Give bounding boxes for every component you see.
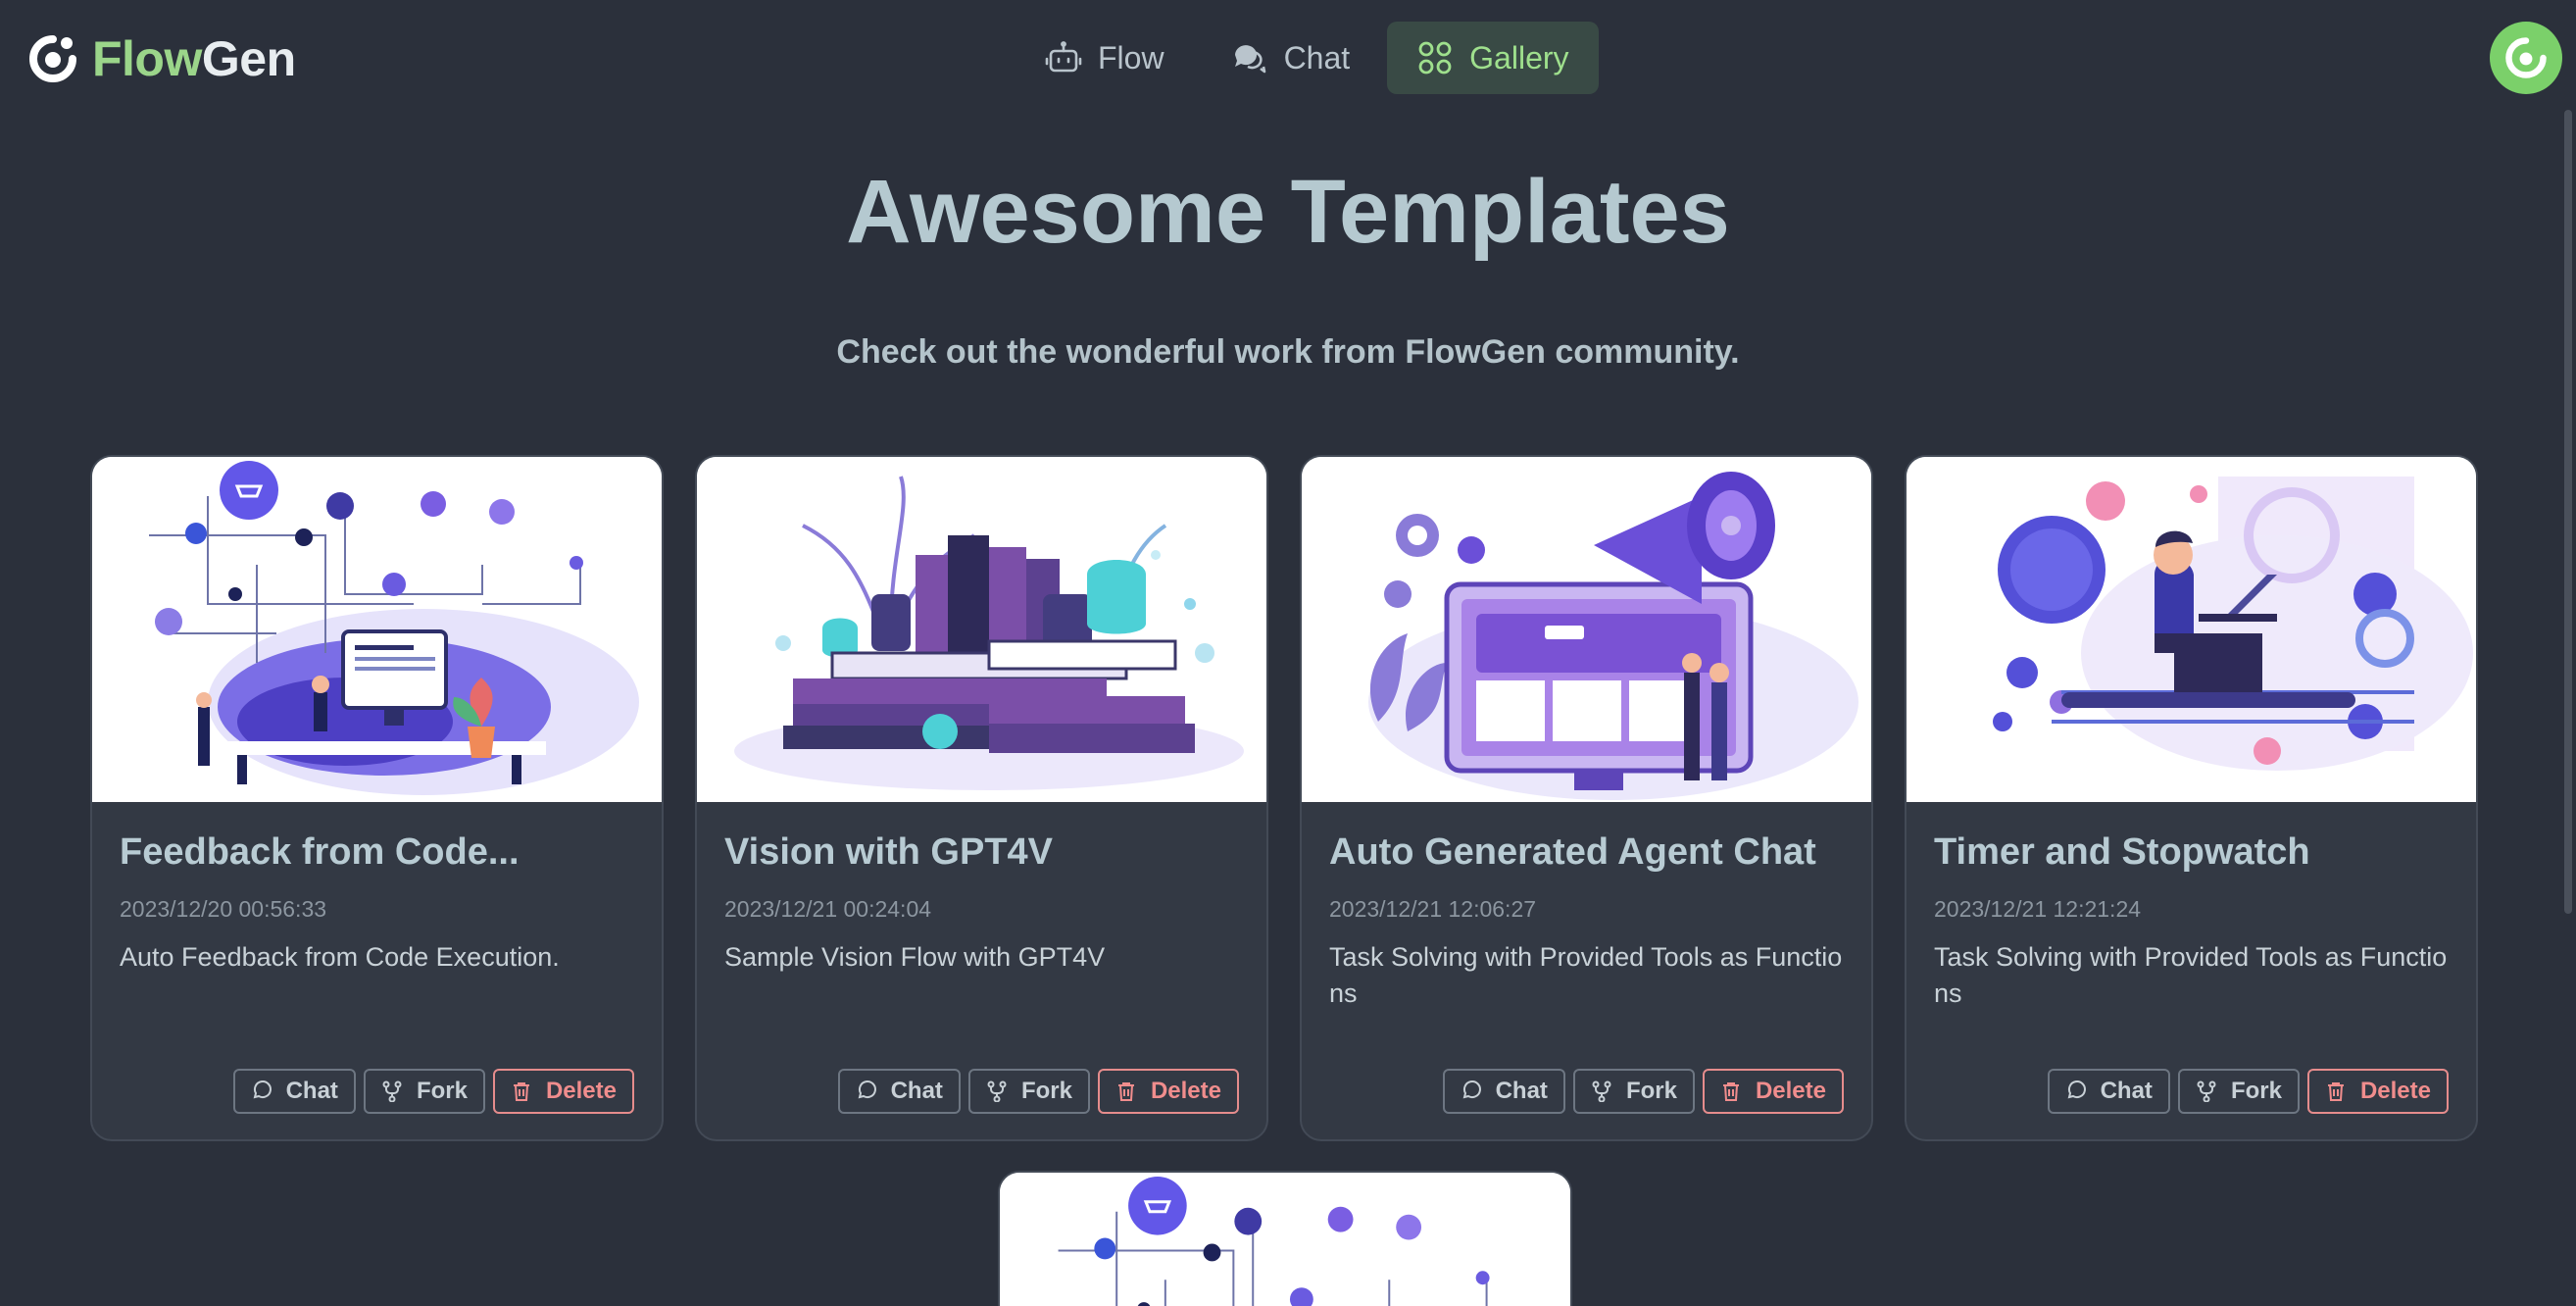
tab-flow-label: Flow (1098, 39, 1164, 75)
chat-button[interactable]: Chat (1442, 1069, 1565, 1114)
template-card-partial[interactable] (998, 1171, 1572, 1306)
delete-button-label: Delete (2359, 1078, 2431, 1104)
template-card[interactable]: Auto Generated Agent Chat 2023/12/21 12:… (1300, 455, 1873, 1141)
fork-icon (382, 1080, 402, 1102)
template-date: 2023/12/21 12:06:27 (1329, 896, 1537, 922)
template-card[interactable]: Feedback from Code... 2023/12/20 00:56:3… (90, 455, 664, 1141)
template-date: 2023/12/21 00:24:04 (724, 896, 932, 922)
chat-button-label: Chat (285, 1078, 338, 1104)
chat-button-label: Chat (1495, 1078, 1548, 1104)
fork-button-label: Fork (2230, 1078, 2282, 1104)
fork-button[interactable]: Fork (363, 1069, 485, 1114)
megaphone-illustration (1302, 457, 1871, 802)
books-illustration (697, 457, 1266, 802)
fork-button-label: Fork (1020, 1078, 1072, 1104)
template-date: 2023/12/20 00:56:33 (120, 896, 327, 922)
delete-button[interactable]: Delete (2306, 1069, 2449, 1114)
delete-button[interactable]: Delete (1702, 1069, 1844, 1114)
top-bar: FlowGen Flow Chat Gallery (0, 0, 2576, 116)
network-illustration (1000, 1173, 1570, 1306)
chat-button[interactable]: Chat (232, 1069, 356, 1114)
template-date: 2023/12/21 12:21:24 (1934, 896, 2142, 922)
tab-gallery[interactable]: Gallery (1387, 22, 1599, 94)
network-illustration (92, 457, 662, 802)
template-card[interactable]: Vision with GPT4V 2023/12/21 00:24:04 Sa… (695, 455, 1268, 1141)
chat-icon (1462, 1080, 1481, 1099)
trash-icon (1117, 1082, 1134, 1101)
template-title[interactable]: Auto Generated Agent Chat (1329, 831, 1844, 874)
chat-button-label: Chat (2100, 1078, 2153, 1104)
chat-button-label: Chat (890, 1078, 943, 1104)
flowgen-avatar-icon (2505, 37, 2547, 78)
chat-bubbles-icon (1234, 45, 1265, 74)
brand-name: FlowGen (92, 31, 296, 86)
grid-icon (1418, 41, 1452, 75)
delete-button-label: Delete (1150, 1078, 1221, 1104)
brand[interactable]: FlowGen (27, 27, 296, 90)
template-actions: Chat Fork Delete (2047, 1069, 2449, 1114)
template-description: Task Solving with Provided Tools as Func… (1329, 942, 1843, 1008)
robot-icon (1045, 41, 1082, 73)
flowgen-logo-icon (29, 35, 76, 82)
main-nav: Flow Chat Gallery (1016, 22, 1599, 94)
template-title[interactable]: Timer and Stopwatch (1934, 831, 2449, 874)
template-description: Sample Vision Flow with GPT4V (724, 942, 1106, 972)
fork-button[interactable]: Fork (967, 1069, 1090, 1114)
template-actions: Chat Fork Delete (837, 1069, 1239, 1114)
page-title: Awesome Templates (846, 162, 1730, 262)
trash-icon (1722, 1082, 1739, 1101)
tab-chat[interactable]: Chat (1202, 22, 1380, 94)
delete-button-label: Delete (545, 1078, 617, 1104)
fork-button[interactable]: Fork (1572, 1069, 1695, 1114)
template-grid: Feedback from Code... 2023/12/20 00:56:3… (90, 455, 2478, 1141)
chat-icon (253, 1080, 272, 1099)
template-card[interactable]: Timer and Stopwatch 2023/12/21 12:21:24 … (1905, 455, 2478, 1141)
trash-icon (2327, 1082, 2344, 1101)
avatar[interactable] (2490, 22, 2562, 94)
fork-icon (987, 1080, 1007, 1102)
chat-button[interactable]: Chat (2047, 1069, 2170, 1114)
chat-icon (2067, 1080, 2086, 1099)
template-title[interactable]: Feedback from Code... (120, 831, 634, 874)
fork-button-label: Fork (416, 1078, 468, 1104)
fork-icon (1592, 1080, 1611, 1102)
trash-icon (513, 1082, 529, 1101)
fork-button-label: Fork (1625, 1078, 1677, 1104)
fork-icon (2197, 1080, 2216, 1102)
page-subtitle: Check out the wonderful work from FlowGe… (836, 333, 1740, 371)
template-description: Auto Feedback from Code Execution. (120, 942, 560, 972)
fork-button[interactable]: Fork (2177, 1069, 2300, 1114)
template-actions: Chat Fork Delete (1442, 1069, 1844, 1114)
chat-icon (858, 1080, 876, 1099)
template-description: Task Solving with Provided Tools as Func… (1934, 942, 2448, 1008)
chat-button[interactable]: Chat (837, 1069, 961, 1114)
template-title[interactable]: Vision with GPT4V (724, 831, 1239, 874)
delete-button[interactable]: Delete (1097, 1069, 1239, 1114)
delete-button[interactable]: Delete (492, 1069, 634, 1114)
tab-chat-label: Chat (1283, 39, 1351, 75)
laptop-person-illustration (1907, 457, 2476, 802)
template-actions: Chat Fork Delete (232, 1069, 634, 1114)
delete-button-label: Delete (1755, 1078, 1826, 1104)
tab-gallery-label: Gallery (1469, 39, 1569, 75)
tab-flow[interactable]: Flow (1016, 22, 1194, 94)
